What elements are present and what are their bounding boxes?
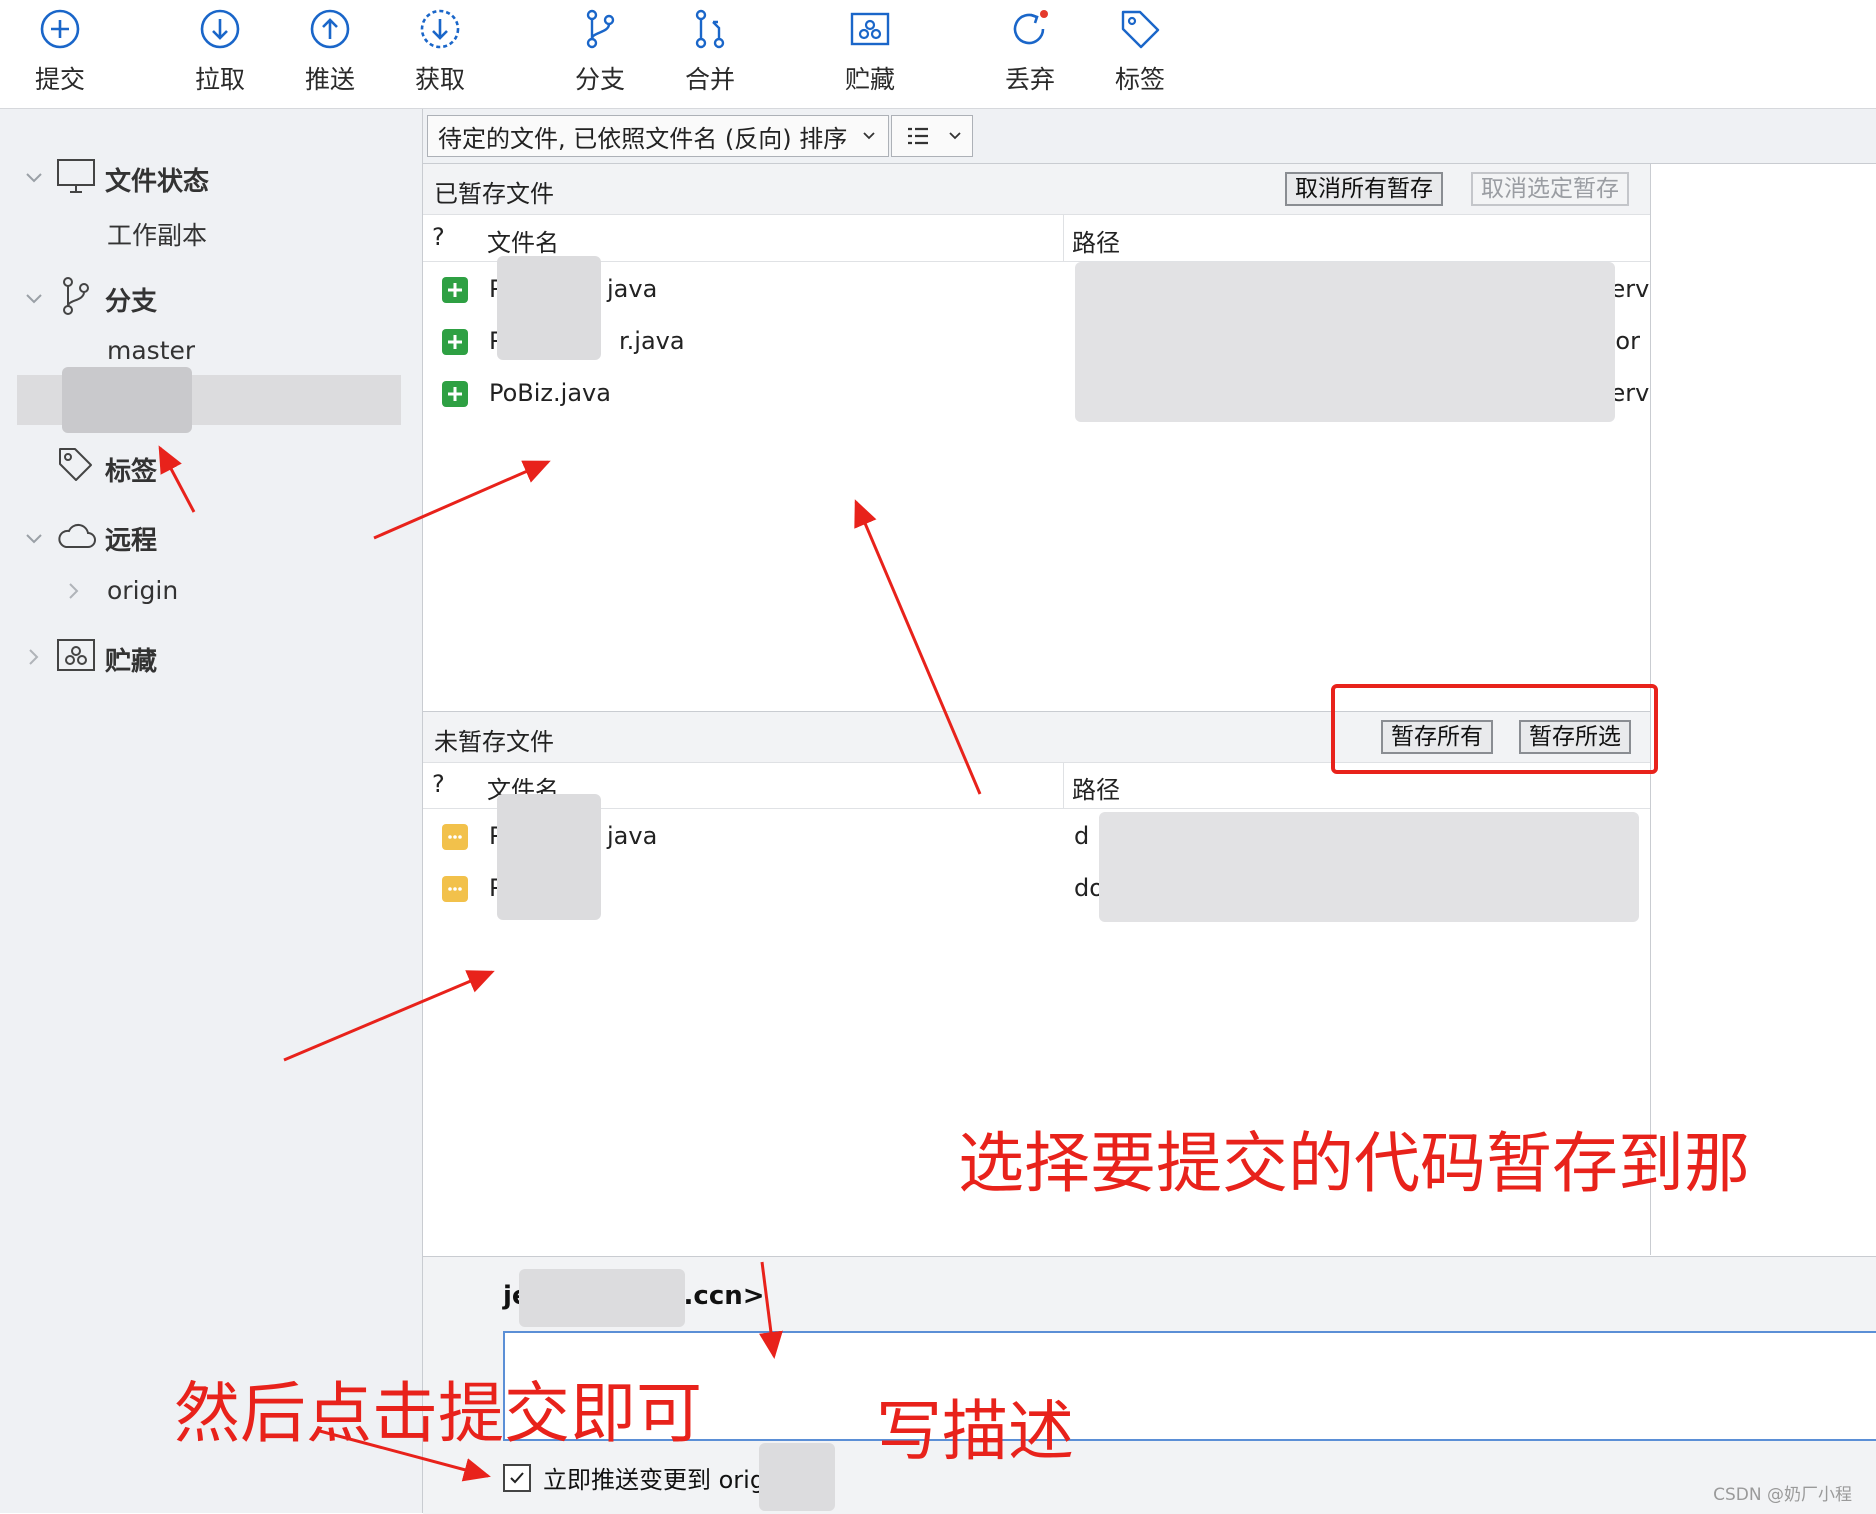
arrow-down-circle-icon (200, 9, 240, 49)
redacted-filenames (497, 256, 601, 360)
added-icon (442, 329, 468, 355)
file-name-tail: r.java (619, 327, 685, 355)
annotation-commit-hint: 然后点击提交即可 (174, 1375, 702, 1452)
sort-dropdown[interactable]: 待定的文件, 已依照文件名 (反向) 排序 (427, 115, 889, 157)
sidebar-item-master[interactable]: master (107, 336, 195, 360)
stage-all-button[interactable]: 暂存所有 (1381, 720, 1493, 754)
branch-label: 分支 (574, 65, 625, 94)
unstage-all-button[interactable]: 取消所有暂存 (1285, 172, 1443, 206)
monitor-icon (57, 159, 95, 193)
push-button[interactable]: 推送 (275, 6, 385, 102)
chevron-down-icon[interactable] (24, 168, 44, 188)
unstaged-column-header: ? 文件名 路径 (423, 762, 1650, 809)
sidebar-item-working-copy[interactable]: 工作副本 (107, 216, 207, 252)
chevron-down-icon (949, 132, 961, 140)
sort-bar: 待定的文件, 已依照文件名 (反向) 排序 (423, 109, 1876, 164)
sidebar-item-origin[interactable]: origin (107, 576, 178, 605)
sidebar-remotes[interactable]: 远程 (105, 520, 157, 557)
tag-button[interactable]: 标签 (1085, 6, 1195, 102)
tag-label: 标签 (1114, 65, 1165, 94)
chevron-down-icon (863, 132, 875, 140)
modified-icon (442, 824, 468, 850)
toolbar: 提交 拉取 推送 获取 分支 合并 贮藏 丢弃 标签 (0, 0, 1876, 109)
merge-label: 合并 (684, 65, 735, 94)
commit-button[interactable]: 提交 (5, 6, 115, 102)
stash-button[interactable]: 贮藏 (815, 6, 925, 102)
push-label: 推送 (304, 65, 355, 94)
staged-header: 已暂存文件 取消所有暂存 取消选定暂存 (423, 164, 1650, 215)
sidebar-stashes[interactable]: 贮藏 (105, 641, 157, 678)
fetch-icon (420, 9, 460, 49)
right-empty-area (1651, 164, 1876, 1255)
arrow-up-circle-icon (310, 9, 350, 49)
file-name-tail: java (607, 275, 658, 303)
redacted-remote-name (759, 1443, 835, 1511)
pull-button[interactable]: 拉取 (165, 6, 275, 102)
col-path[interactable]: 路径 (1072, 770, 1120, 805)
commit-message-input[interactable] (503, 1331, 1876, 1441)
stash-icon (57, 639, 95, 671)
unstaged-title: 未暂存文件 (434, 728, 554, 756)
stage-selected-button[interactable]: 暂存所选 (1519, 720, 1631, 754)
push-checkbox[interactable] (503, 1463, 531, 1492)
branch-button[interactable]: 分支 (545, 6, 655, 102)
branch-icon (63, 277, 89, 315)
sidebar-file-status[interactable]: 文件状态 (105, 161, 209, 198)
pull-label: 拉取 (194, 65, 245, 94)
commit-label: 提交 (34, 65, 85, 94)
file-panel: 已暂存文件 取消所有暂存 取消选定暂存 ? 文件名 路径 P java serv… (423, 164, 1651, 1255)
redacted-paths (1075, 262, 1615, 422)
chevron-down-icon[interactable] (24, 529, 44, 549)
fetch-button[interactable]: 获取 (385, 6, 495, 102)
stash-label: 贮藏 (844, 65, 895, 94)
redacted-filenames (497, 794, 601, 920)
sidebar-branches[interactable]: 分支 (105, 281, 157, 318)
watermark: CSDN @奶厂小程 (1713, 1485, 1852, 1505)
merge-button[interactable]: 合并 (655, 6, 765, 102)
modified-icon (442, 876, 468, 902)
chevron-down-icon[interactable] (24, 289, 44, 309)
col-path[interactable]: 路径 (1072, 223, 1120, 258)
unstage-selected-button[interactable]: 取消选定暂存 (1471, 172, 1629, 206)
tag-icon (1121, 10, 1160, 49)
merge-icon (695, 9, 725, 49)
cloud-icon (58, 523, 96, 548)
push-immediately-option[interactable]: 立即推送变更到 orig (503, 1460, 765, 1495)
branch-icon (586, 9, 615, 49)
added-icon (442, 381, 468, 407)
col-status[interactable]: ? (432, 770, 445, 798)
chevron-right-icon[interactable] (64, 581, 84, 601)
discard-label: 丢弃 (1004, 65, 1055, 94)
annotation-stage-hint: 选择要提交的代码暂存到那 (958, 1125, 1750, 1202)
checkmark-icon (510, 1471, 524, 1483)
view-mode-dropdown[interactable] (891, 115, 973, 157)
plus-circle-icon (40, 9, 80, 49)
file-name-tail: java (607, 822, 658, 850)
file-name: PoBiz.java (489, 379, 611, 407)
discard-icon (1013, 10, 1048, 45)
redacted-branch-name (62, 367, 192, 433)
fetch-label: 获取 (414, 65, 465, 94)
push-label: 立即推送变更到 orig (543, 1466, 766, 1494)
staged-title: 已暂存文件 (434, 180, 554, 208)
unstaged-header: 未暂存文件 暂存所有 暂存所选 (423, 711, 1650, 763)
chevron-right-icon[interactable] (24, 647, 44, 667)
col-filename[interactable]: 文件名 (487, 223, 559, 258)
added-icon (442, 277, 468, 303)
discard-button[interactable]: 丢弃 (975, 6, 1085, 102)
col-status[interactable]: ? (432, 223, 445, 251)
sidebar-tags[interactable]: 标签 (105, 451, 157, 488)
sidebar: 文件状态 工作副本 分支 master 标签 远程 origin 贮藏 (0, 109, 423, 1513)
sort-dropdown-label: 待定的文件, 已依照文件名 (反向) 排序 (438, 124, 848, 153)
redacted-paths (1099, 812, 1639, 922)
list-view-icon (908, 127, 928, 145)
stash-icon (850, 12, 890, 46)
redacted-author (519, 1269, 685, 1327)
staged-column-header: ? 文件名 路径 (423, 215, 1650, 262)
annotation-description-hint: 写描述 (876, 1393, 1074, 1470)
tag-icon (59, 448, 92, 481)
